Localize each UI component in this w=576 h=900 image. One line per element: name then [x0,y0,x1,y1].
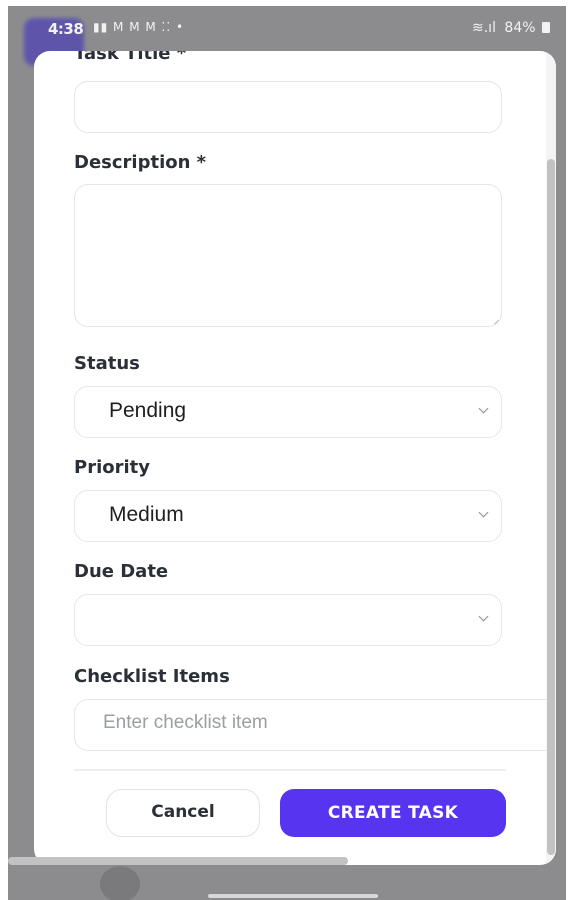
battery-level: 84% [504,20,536,36]
battery-icon [542,22,550,33]
status-selected-value: Pending [109,399,187,422]
chevron-down-icon [478,403,489,414]
create-task-button[interactable]: CREATE TASK [280,789,506,837]
checklist-placeholder: Enter checklist item [103,712,268,733]
notification-icons: ▮▮ M M M ⁚⁚ • [93,20,185,34]
horizontal-scrollbar-thumb[interactable] [8,857,348,865]
description-label: Description * [74,152,207,173]
background-avatar [100,866,140,900]
phone-screen: 4:38 ▮▮ M M M ⁚⁚ • ≋.ıl 84% Task Title *… [8,6,566,900]
divider [74,769,506,771]
status-time: 4:38 [48,20,84,38]
status-right: ≋.ıl 84% [472,20,550,36]
due-date-select[interactable] [74,594,502,646]
task-form: Task Title * Description * Status Pendin… [34,51,556,865]
vertical-scrollbar-thumb[interactable] [547,159,555,855]
home-indicator[interactable] [208,894,378,898]
status-label: Status [74,353,140,374]
cancel-button[interactable]: Cancel [106,789,260,837]
task-title-input[interactable] [74,81,502,133]
chevron-down-icon [478,507,489,518]
task-title-label: Task Title * [74,51,187,64]
priority-select[interactable]: Medium [74,490,502,542]
priority-selected-value: Medium [109,503,184,526]
checklist-item-input[interactable]: Enter checklist item [74,699,554,751]
create-task-modal: Task Title * Description * Status Pendin… [34,51,556,865]
status-bar: 4:38 ▮▮ M M M ⁚⁚ • ≋.ıl 84% [8,6,566,46]
checklist-label: Checklist Items [74,666,230,687]
priority-label: Priority [74,457,150,478]
resize-grip-icon[interactable] [489,315,500,325]
wifi-signal-icon: ≋.ıl [472,20,496,36]
description-textarea[interactable] [74,184,502,327]
due-date-label: Due Date [74,561,169,582]
chevron-down-icon [478,611,489,622]
status-select[interactable]: Pending [74,386,502,438]
